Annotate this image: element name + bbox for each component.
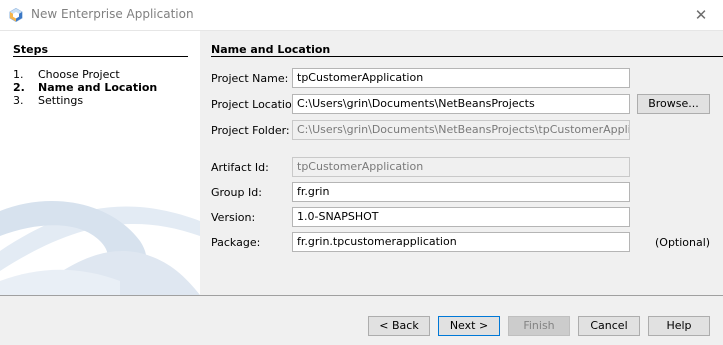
project-folder-label: Project Folder: [211,124,290,137]
title-bar: New Enterprise Application ✕ [0,0,723,31]
project-name-input[interactable]: tpCustomerApplication [292,68,630,88]
step-settings: 3. Settings [13,94,83,107]
project-location-input[interactable]: C:\Users\grin\Documents\NetBeansProjects [292,94,630,114]
step-number: 2. [13,81,25,94]
step-number: 3. [13,94,24,107]
back-button[interactable]: < Back [368,316,430,336]
project-folder-input: C:\Users\grin\Documents\NetBeansProjects… [292,120,630,140]
browse-button[interactable]: Browse... [637,94,710,114]
package-optional-hint: (Optional) [655,236,711,249]
close-icon[interactable]: ✕ [690,5,712,25]
version-input[interactable]: 1.0-SNAPSHOT [292,207,630,227]
button-bar: < Back Next > Finish Cancel Help [0,295,723,345]
window-title: New Enterprise Application [31,7,194,21]
steps-title: Steps [13,43,49,56]
help-button[interactable]: Help [648,316,710,336]
package-input[interactable]: fr.grin.tpcustomerapplication [292,232,630,252]
finish-button: Finish [508,316,570,336]
steps-panel: Steps 1. Choose Project 2. Name and Locati… [0,31,200,295]
version-label: Version: [211,211,256,224]
artifact-id-label: Artifact Id: [211,161,269,174]
steps-divider [13,56,188,57]
step-choose-project: 1. Choose Project [13,68,120,81]
netbeans-icon [9,8,23,22]
artifact-id-input: tpCustomerApplication [292,157,630,177]
group-id-input[interactable]: fr.grin [292,182,630,202]
section-title: Name and Location [211,43,331,56]
cancel-button[interactable]: Cancel [578,316,640,336]
decorative-swoosh-image [0,181,200,295]
step-label: Name and Location [38,81,158,94]
group-id-label: Group Id: [211,186,262,199]
step-number: 1. [13,68,24,81]
step-name-and-location: 2. Name and Location [13,81,157,94]
section-divider [211,56,723,57]
project-name-label: Project Name: [211,72,289,85]
content-panel: Name and Location Project Name: tpCustom… [200,31,723,295]
next-button[interactable]: Next > [438,316,500,336]
package-label: Package: [211,236,261,249]
project-location-label: Project Location: [211,98,303,111]
step-label: Choose Project [38,68,120,81]
step-label: Settings [38,94,84,107]
